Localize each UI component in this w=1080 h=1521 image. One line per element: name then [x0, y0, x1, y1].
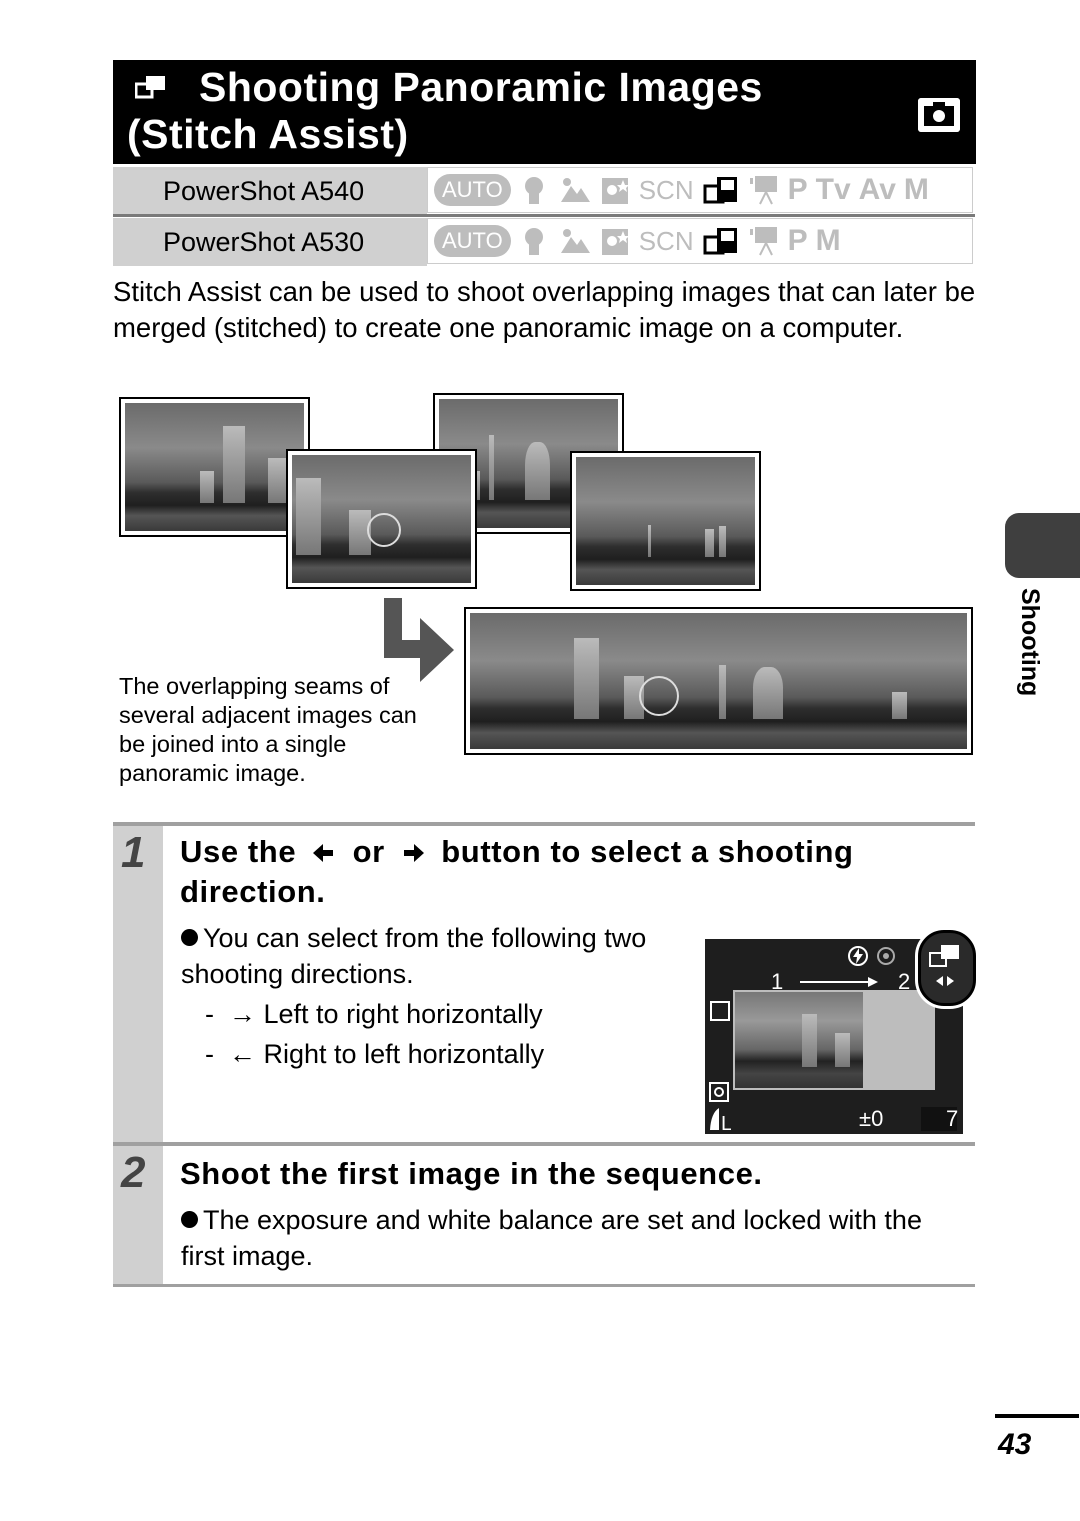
tv-mode-icon: Tv — [815, 173, 851, 206]
scene-mode-icon: SCN — [638, 226, 694, 256]
step-2-bullet: The exposure and white balance are set a… — [181, 1205, 922, 1271]
model-row-a540: PowerShot A540 AUTO SCN P Tv Av M — [113, 167, 975, 215]
night-snapshot-mode-icon — [601, 178, 629, 204]
program-mode-icon: P — [787, 173, 808, 206]
portrait-mode-icon — [524, 177, 543, 204]
step-heading: Use the or button to select a shooting d… — [180, 834, 854, 909]
stitch-assist-mode-icon — [703, 177, 737, 204]
step-number: 2 — [121, 1148, 146, 1197]
stitch-direction-highlight — [918, 930, 976, 1006]
thumbnail-image — [286, 449, 477, 589]
metering-icon — [709, 1082, 729, 1102]
stitch-assist-mode-icon — [703, 228, 737, 255]
panorama-image-frame — [464, 607, 973, 755]
page-title-line1: Shooting Panoramic Images — [199, 64, 763, 110]
manual-mode-icon: M — [815, 224, 841, 257]
model-row-a530: PowerShot A530 AUTO SCN P M — [113, 218, 975, 266]
direction-option: - ← Right to left horizontally — [205, 1039, 545, 1069]
captured-frame-preview — [735, 992, 863, 1088]
landscape-mode-icon — [560, 178, 590, 202]
city-skyline-image — [292, 455, 471, 583]
flash-off-icon — [848, 946, 868, 966]
model-name: PowerShot A530 — [113, 218, 427, 266]
city-skyline-image — [576, 457, 755, 585]
direction-arrow-icon — [800, 977, 878, 987]
step-divider — [113, 822, 975, 826]
right-arrow-icon: → — [229, 999, 256, 1029]
down-right-arrow-icon — [384, 598, 454, 682]
page-title-line2: (Stitch Assist) — [127, 111, 409, 157]
step-heading: Shoot the first image in the sequence. — [180, 1156, 763, 1191]
auto-mode-icon: AUTO — [434, 225, 511, 257]
movie-mode-icon — [749, 176, 777, 205]
bullet-icon — [181, 929, 198, 946]
illustration-caption: The overlapping seams of several adjacen… — [119, 673, 417, 786]
thumbnail-image — [119, 397, 310, 537]
camera-icon — [918, 98, 960, 132]
svg-text:L: L — [721, 1113, 731, 1131]
auto-mode-icon: AUTO — [434, 174, 511, 206]
program-mode-icon: P — [787, 224, 808, 257]
step-divider — [113, 1284, 975, 1287]
left-arrow-icon: ← — [229, 1039, 256, 1069]
portrait-mode-icon — [524, 228, 543, 255]
section-title-bar: Shooting Panoramic Images (Stitch Assist… — [113, 60, 976, 164]
step-divider — [113, 1142, 975, 1146]
right-arrow-button-icon — [404, 844, 425, 862]
chapter-tab-label: Shooting — [1016, 588, 1044, 697]
image-quality-icon: L — [710, 1108, 731, 1131]
scene-mode-icon: SCN — [638, 175, 694, 205]
direction-option: - → Left to right horizontally — [205, 999, 543, 1029]
intro-paragraph: Stitch Assist can be used to shoot overl… — [113, 276, 976, 343]
night-snapshot-mode-icon — [601, 229, 629, 255]
mode-icons: AUTO SCN P Tv Av M — [427, 167, 973, 213]
thumbnail-image — [570, 451, 761, 591]
left-arrow-button-icon — [313, 844, 334, 862]
chapter-tab[interactable] — [1005, 513, 1080, 578]
model-name: PowerShot A540 — [113, 167, 427, 215]
page-number-rule — [995, 1414, 1079, 1418]
bullet-icon — [181, 1211, 198, 1228]
row-divider — [113, 214, 975, 217]
movie-mode-icon — [749, 227, 777, 256]
exposure-value: ±0 — [859, 1106, 884, 1131]
single-shot-icon — [710, 1001, 730, 1021]
landscape-mode-icon — [560, 229, 590, 253]
av-mode-icon: Av — [858, 173, 896, 206]
stitch-assist-icon — [929, 945, 959, 967]
step-number: 1 — [121, 828, 146, 877]
panorama-image — [470, 613, 967, 749]
shots-remaining: 7 — [946, 1106, 959, 1131]
step-2: 2 Shoot the first image in the sequence.… — [113, 1142, 975, 1285]
mode-icons: AUTO SCN P M — [427, 218, 973, 264]
step-1-bullet: You can select from the following two sh… — [181, 923, 647, 989]
left-right-arrows-icon — [936, 976, 954, 986]
page-number: 43 — [998, 1428, 1032, 1461]
city-skyline-image — [125, 403, 304, 531]
red-eye-icon — [877, 947, 895, 965]
manual-mode-icon: M — [903, 173, 929, 206]
stitch-assist-icon — [135, 76, 165, 99]
